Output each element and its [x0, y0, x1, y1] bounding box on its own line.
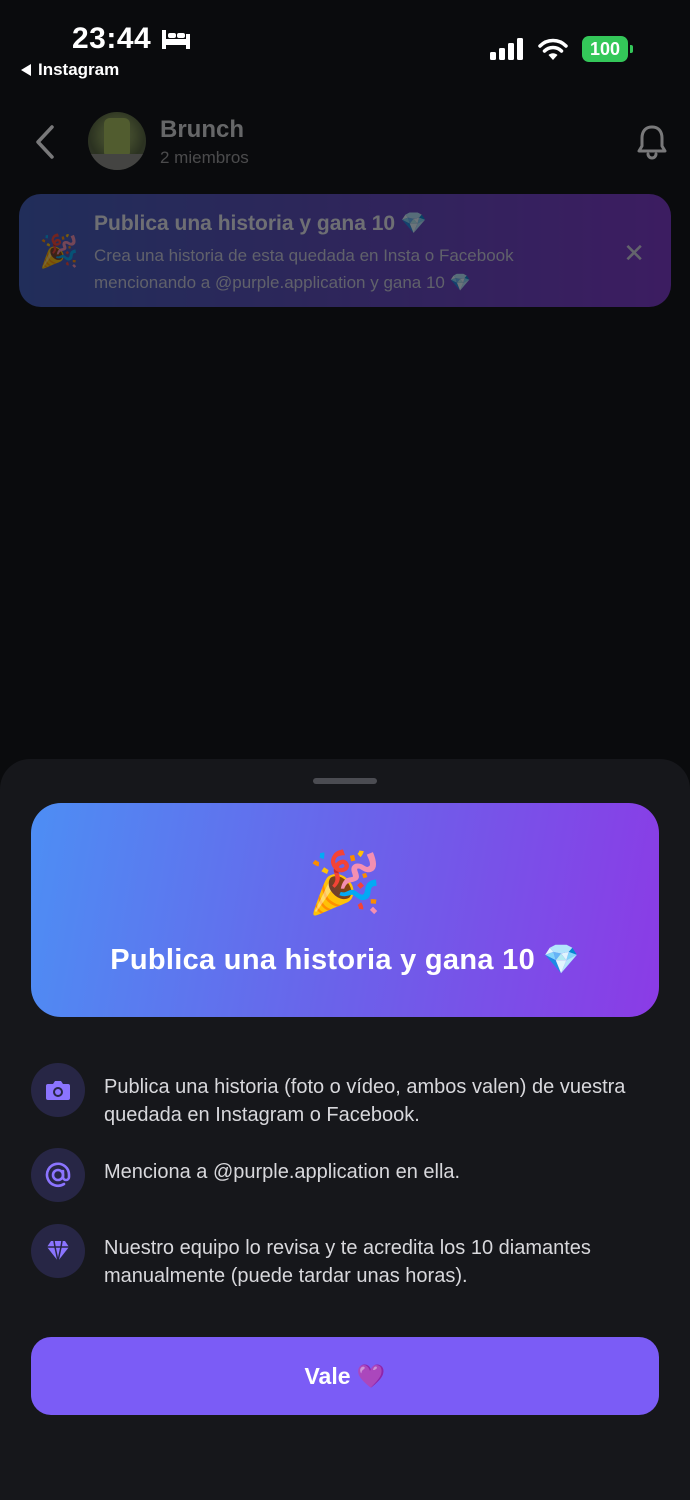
group-name[interactable]: Brunch [160, 116, 244, 144]
bell-icon [637, 125, 667, 160]
at-icon [31, 1148, 85, 1202]
vale-button[interactable]: Vale 💜 [31, 1337, 659, 1415]
banner-title: Publica una historia y gana 10 💎 [94, 212, 428, 235]
bed-icon [162, 30, 191, 49]
wifi-icon [538, 38, 568, 60]
back-app-label: Instagram [38, 60, 120, 79]
signal-icon [490, 38, 523, 60]
step-text: Menciona a @purple.application en ella. [104, 1161, 461, 1183]
close-icon[interactable]: ✕ [623, 238, 645, 269]
banner-text: Crea una historia de esta quedada en Ins… [94, 246, 514, 292]
promo-banner[interactable]: 🎉 Publica una historia y gana 10 💎 Crea … [19, 194, 671, 307]
group-avatar[interactable] [88, 112, 146, 170]
back-to-app-link[interactable]: Instagram [20, 60, 119, 80]
step-text: Publica una historia (foto o vídeo, ambo… [104, 1076, 626, 1126]
step-text: Nuestro equipo lo revisa y te acredita l… [104, 1237, 591, 1287]
diamond-icon [31, 1224, 85, 1278]
hero-title: Publica una historia y gana 10 💎 [110, 944, 580, 976]
party-popper-icon: 🎉 [39, 233, 79, 269]
back-triangle-icon [21, 64, 31, 76]
status-indicators: 100 [490, 36, 633, 62]
status-time-text: 23:44 [72, 22, 152, 55]
party-popper-icon: 🎉 [307, 849, 383, 916]
status-time: 23:44 [72, 22, 191, 56]
group-members-count: 2 miembros [160, 148, 249, 167]
battery-indicator: 100 [582, 36, 633, 62]
sheet-drag-handle[interactable] [313, 778, 377, 784]
bottom-sheet: 🎉 Publica una historia y gana 10 💎 Publi… [0, 759, 690, 1500]
hero-card: 🎉 Publica una historia y gana 10 💎 [31, 803, 659, 1017]
notifications-button[interactable] [636, 124, 668, 160]
camera-icon [31, 1063, 85, 1117]
step-item: Publica una historia (foto o vídeo, ambo… [31, 1063, 661, 1129]
step-item: Nuestro equipo lo revisa y te acredita l… [31, 1224, 661, 1290]
chevron-left-icon [36, 125, 54, 159]
step-item: Menciona a @purple.application en ella. [31, 1148, 661, 1202]
back-button[interactable] [30, 120, 60, 164]
